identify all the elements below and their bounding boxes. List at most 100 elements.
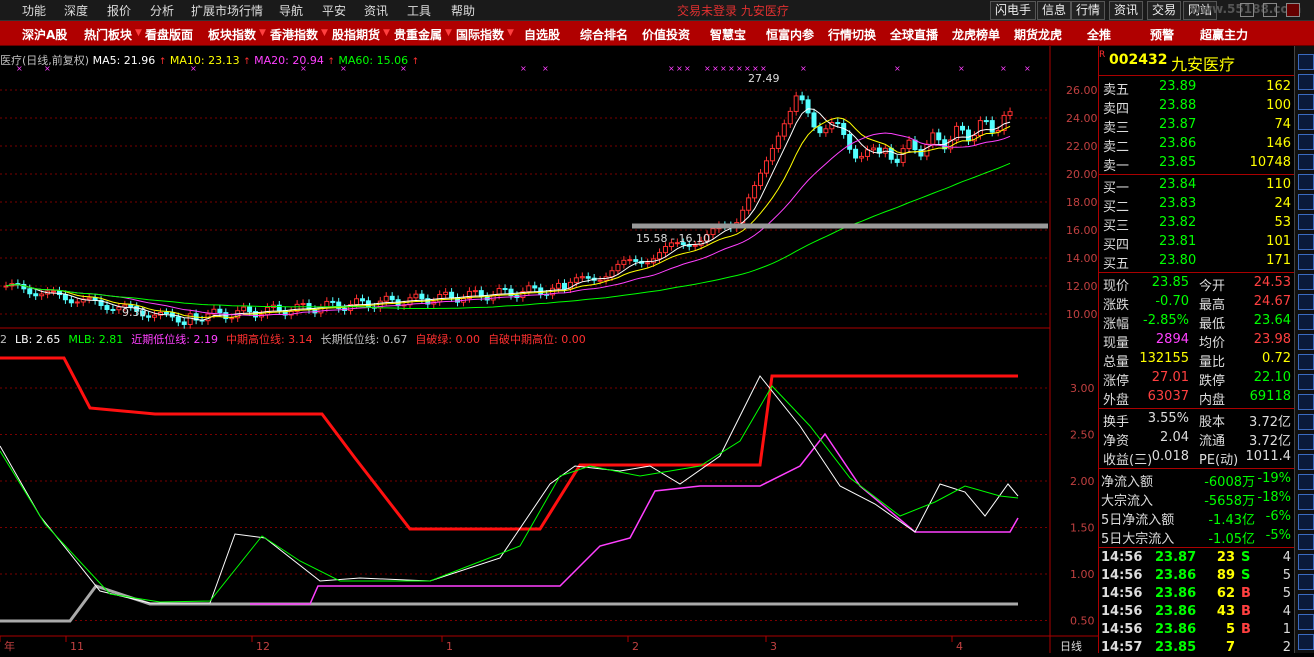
trade-button[interactable]: 交易 xyxy=(1147,1,1182,20)
tool-icon[interactable] xyxy=(1298,254,1314,270)
bid-price[interactable]: 23.80 xyxy=(1159,253,1196,268)
close-icon[interactable] xyxy=(1286,3,1300,17)
tool-icon[interactable] xyxy=(1298,534,1314,550)
dropdown-arrow-icon[interactable]: ▼ xyxy=(445,28,452,38)
dropdown-arrow-icon[interactable]: ▼ xyxy=(383,28,390,38)
tool-icon[interactable] xyxy=(1298,554,1314,570)
toolbar-item-13[interactable]: 行情切换 xyxy=(828,26,876,43)
tool-icon[interactable] xyxy=(1298,54,1314,70)
tool-icon[interactable] xyxy=(1298,94,1314,110)
tool-icon[interactable] xyxy=(1298,114,1314,130)
toolbar-item-1[interactable]: 热门板块 xyxy=(84,26,132,43)
quote-value: 27.01 xyxy=(1151,370,1189,385)
tool-icon[interactable] xyxy=(1298,514,1314,530)
toolbar-item-7[interactable]: 国际指数 xyxy=(456,26,504,43)
tool-icon[interactable] xyxy=(1298,154,1314,170)
menu-item-ext-market[interactable]: 扩展市场行情 xyxy=(191,2,263,19)
quote-label: 涨停 xyxy=(1103,374,1130,389)
toolbar-item-3[interactable]: 板块指数 xyxy=(208,26,256,43)
dropdown-arrow-icon[interactable]: ▼ xyxy=(259,28,266,38)
menu-item-quote[interactable]: 报价 xyxy=(107,2,131,19)
tool-icon[interactable] xyxy=(1298,574,1314,590)
menu-item-depth[interactable]: 深度 xyxy=(64,2,88,19)
toolbar-item-9[interactable]: 综合排名 xyxy=(580,26,628,43)
tool-icon[interactable] xyxy=(1298,174,1314,190)
toolbar-item-15[interactable]: 龙虎榜单 xyxy=(952,26,1000,43)
menu-item-help[interactable]: 帮助 xyxy=(451,2,475,19)
menu-item-analysis[interactable]: 分析 xyxy=(150,2,174,19)
tool-icon[interactable] xyxy=(1298,374,1314,390)
tick-side: B xyxy=(1241,604,1251,619)
tool-icon[interactable] xyxy=(1298,594,1314,610)
price-chart[interactable]: 26.0024.0022.0020.0018.0016.0014.0012.00… xyxy=(0,46,1098,653)
signal-marker: × xyxy=(894,64,901,73)
menu-item-pingan[interactable]: 平安 xyxy=(322,2,346,19)
tool-icon[interactable] xyxy=(1298,494,1314,510)
dropdown-arrow-icon[interactable]: ▼ xyxy=(135,28,142,38)
menu-item-tools[interactable]: 工具 xyxy=(407,2,431,19)
flash-trade-button[interactable]: 闪电手 xyxy=(990,1,1037,20)
signal-marker: × xyxy=(400,64,407,73)
toolbar-item-18[interactable]: 预警 xyxy=(1150,26,1174,43)
ask-price[interactable]: 23.85 xyxy=(1159,155,1196,170)
bid-price[interactable]: 23.82 xyxy=(1159,215,1196,230)
tool-icon[interactable] xyxy=(1298,454,1314,470)
tool-icon[interactable] xyxy=(1298,394,1314,410)
bid-price[interactable]: 23.83 xyxy=(1159,196,1196,211)
tool-icon[interactable] xyxy=(1298,314,1314,330)
tool-icon[interactable] xyxy=(1298,134,1314,150)
toolbar-item-8[interactable]: 自选股 xyxy=(524,26,560,43)
candle-body xyxy=(146,315,152,318)
mlb-line xyxy=(0,385,1019,603)
toolbar-item-19[interactable]: 超赢主力 xyxy=(1200,26,1248,43)
tool-icon[interactable] xyxy=(1298,434,1314,450)
menu-item-nav[interactable]: 导航 xyxy=(279,2,303,19)
quote-value: 24.67 xyxy=(1253,294,1291,309)
tool-icon[interactable] xyxy=(1298,614,1314,630)
toolbar-item-12[interactable]: 恒富内参 xyxy=(766,26,814,43)
toolbar-item-0[interactable]: 深沪A股 xyxy=(22,26,67,43)
candle-body xyxy=(217,308,223,314)
fund-value: 1011.4 xyxy=(1245,449,1292,464)
y-tick-label: 2.50 xyxy=(1070,429,1095,442)
ask-label: 卖三 xyxy=(1103,121,1130,136)
toolbar-item-5[interactable]: 股指期货 xyxy=(332,26,380,43)
menu-item-function[interactable]: 功能 xyxy=(22,2,46,19)
tool-icon[interactable] xyxy=(1298,354,1314,370)
toolbar-item-2[interactable]: 看盘版面 xyxy=(145,26,193,43)
tool-icon[interactable] xyxy=(1298,234,1314,250)
toolbar-item-16[interactable]: 期货龙虎 xyxy=(1014,26,1062,43)
bid-price[interactable]: 23.84 xyxy=(1159,177,1196,192)
info-button[interactable]: 信息 xyxy=(1037,1,1072,20)
toolbar-item-4[interactable]: 香港指数 xyxy=(270,26,318,43)
tool-icon[interactable] xyxy=(1298,634,1314,650)
tool-icon[interactable] xyxy=(1298,214,1314,230)
toolbar-item-11[interactable]: 智慧宝 xyxy=(710,26,746,43)
ask-price[interactable]: 23.87 xyxy=(1159,117,1196,132)
news-button[interactable]: 资讯 xyxy=(1109,1,1144,20)
menu-item-info[interactable]: 资讯 xyxy=(364,2,388,19)
ask-price[interactable]: 23.86 xyxy=(1159,136,1196,151)
minimize-icon[interactable] xyxy=(1240,3,1254,17)
dropdown-arrow-icon[interactable]: ▼ xyxy=(507,28,514,38)
tool-icon[interactable] xyxy=(1298,334,1314,350)
ask-price[interactable]: 23.88 xyxy=(1159,98,1196,113)
tool-icon[interactable] xyxy=(1298,294,1314,310)
toolbar-item-17[interactable]: 全推 xyxy=(1087,26,1111,43)
fund-label: 收益(三) xyxy=(1103,453,1153,468)
ask-price[interactable]: 23.89 xyxy=(1159,79,1196,94)
tool-icon[interactable] xyxy=(1298,74,1314,90)
toolbar-item-10[interactable]: 价值投资 xyxy=(642,26,690,43)
bid-price[interactable]: 23.81 xyxy=(1159,234,1196,249)
tool-icon[interactable] xyxy=(1298,274,1314,290)
quotes-button[interactable]: 行情 xyxy=(1071,1,1106,20)
candle-body xyxy=(805,99,811,114)
toolbar-item-14[interactable]: 全球直播 xyxy=(890,26,938,43)
dropdown-arrow-icon[interactable]: ▼ xyxy=(321,28,328,38)
tool-icon[interactable] xyxy=(1298,414,1314,430)
toolbar-item-6[interactable]: 贵重金属 xyxy=(394,26,442,43)
y-tick-label: 1.50 xyxy=(1070,522,1095,535)
tool-icon[interactable] xyxy=(1298,474,1314,490)
maximize-icon[interactable] xyxy=(1263,3,1277,17)
tool-icon[interactable] xyxy=(1298,194,1314,210)
